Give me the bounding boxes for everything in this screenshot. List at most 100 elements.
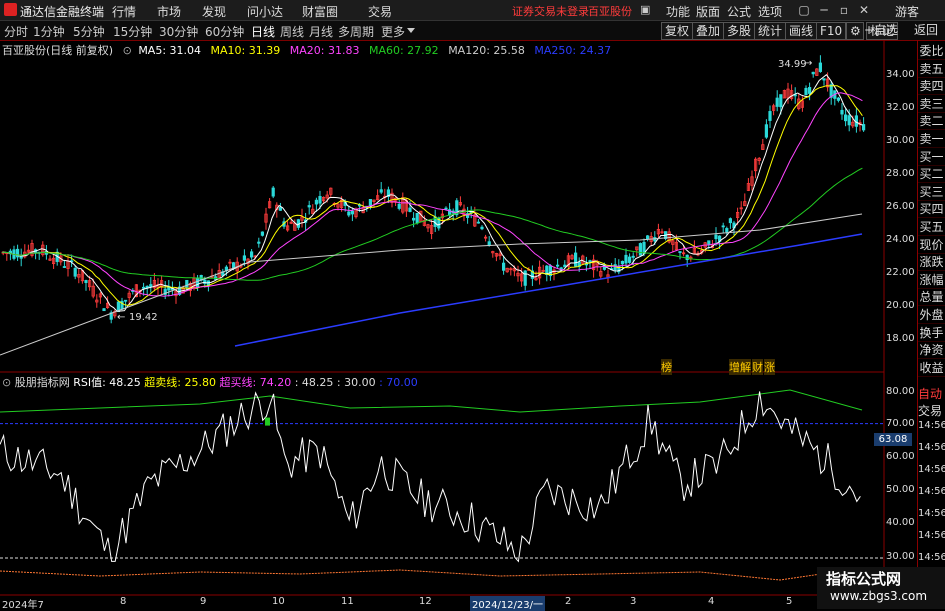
side-panel-item[interactable]: 净资 <box>918 341 945 360</box>
tool-zixuan[interactable]: +自选 <box>864 22 898 39</box>
rsi-value: RSI值: 48.25 <box>73 376 141 389</box>
trade-button[interactable]: 交易 <box>918 402 942 419</box>
side-panel-item[interactable]: 卖一 <box>918 130 945 148</box>
menu-faxian[interactable]: 发现 <box>202 3 226 20</box>
menu-caifuquan[interactable]: 财富圈 <box>302 3 338 20</box>
close-icon[interactable]: ✕ <box>856 2 872 18</box>
rsi-signal-marker <box>265 417 270 426</box>
menu-hangqing[interactable]: 行情 <box>112 3 136 20</box>
date-label: 2 <box>565 596 572 607</box>
menu-gongneng[interactable]: 功能 <box>666 3 690 20</box>
side-panel-item[interactable]: 卖四 <box>918 77 945 96</box>
period-60min[interactable]: 60分钟 <box>205 23 244 40</box>
side-panel-item[interactable]: 卖二 <box>918 112 945 131</box>
event-tag-jie[interactable]: 解 <box>740 359 751 375</box>
event-tag-cai[interactable]: 财 <box>752 359 763 375</box>
login-warning[interactable]: 证券交易未登录 <box>512 3 589 19</box>
candle-body <box>195 277 200 288</box>
side-panel-item[interactable]: 买一 <box>918 148 945 166</box>
menu-banmian[interactable]: 版面 <box>696 3 720 20</box>
event-tag-zhang[interactable]: 涨 <box>764 359 775 375</box>
candle-body <box>707 240 711 245</box>
side-panel-item[interactable]: 委比 <box>918 42 945 60</box>
low-arrow-icon: ← <box>117 312 126 323</box>
ma20-line <box>1 92 863 297</box>
menu-jiaoyi[interactable]: 交易 <box>368 3 392 20</box>
side-panel-item[interactable]: 涨跌 <box>918 253 945 272</box>
side-panel-item[interactable]: 卖三 <box>918 95 945 113</box>
candle-body <box>487 241 491 246</box>
period-weekly[interactable]: 周线 <box>280 23 304 40</box>
candle-body <box>73 267 77 277</box>
side-panel-item[interactable]: 换手 <box>918 324 945 342</box>
period-30min[interactable]: 30分钟 <box>159 23 198 40</box>
event-tag-bang[interactable]: 榜 <box>661 359 672 375</box>
side-panel-item[interactable]: 收益 <box>918 359 945 377</box>
side-panel-item[interactable]: 买三 <box>918 183 945 201</box>
candle-body <box>840 109 844 115</box>
menu-xuanxiang[interactable]: 选项 <box>758 3 782 20</box>
tool-diejia[interactable]: 叠加 <box>692 22 725 40</box>
high-price-label: 34.99 <box>778 59 807 70</box>
period-1min[interactable]: 1分钟 <box>33 23 65 40</box>
candle-body <box>318 196 322 204</box>
rsi-tick: 80.00 <box>886 386 915 397</box>
side-panel-item[interactable]: 总量 <box>918 288 945 307</box>
time-label: 14:56 <box>918 442 945 453</box>
tool-huaxian[interactable]: 画线 <box>785 22 818 40</box>
rsi-collapse-icon[interactable]: ⊙ <box>2 376 11 389</box>
candle-body <box>260 231 265 236</box>
period-daily[interactable]: 日线 <box>251 23 275 40</box>
candle-body <box>646 235 650 240</box>
period-5min[interactable]: 5分钟 <box>73 23 105 40</box>
app-title: 通达信金融终端 <box>20 5 105 19</box>
settings-gear-icon[interactable]: ⚙ <box>846 22 864 40</box>
candle-body <box>480 226 484 230</box>
side-panel-item[interactable]: 卖五 <box>918 60 945 78</box>
candle-body <box>501 262 506 271</box>
side-panel-item[interactable]: 涨幅 <box>918 271 945 289</box>
candle-body <box>728 218 733 224</box>
tool-fuquan[interactable]: 复权 <box>661 22 694 40</box>
ad-icon[interactable]: ▣ <box>640 3 650 16</box>
rsi-indicator-name[interactable]: 股朋指标网 <box>15 376 70 389</box>
menu-wenxiaoda[interactable]: 问小达 <box>247 3 283 20</box>
candle-body <box>347 211 351 216</box>
date-label: 8 <box>120 596 127 607</box>
rsi-rest: : 48.25 : 30.00 <box>294 376 376 389</box>
side-panel-item[interactable]: 买二 <box>918 165 945 184</box>
side-panel-item[interactable]: 外盘 <box>918 306 945 324</box>
side-panel-item[interactable]: 买五 <box>918 218 945 236</box>
period-15min[interactable]: 15分钟 <box>113 23 152 40</box>
side-panel-item[interactable]: 买四 <box>918 200 945 219</box>
menu-gongshi[interactable]: 公式 <box>727 3 751 20</box>
menu-shichang[interactable]: 市场 <box>157 3 181 20</box>
tool-duogu[interactable]: 多股 <box>723 22 756 40</box>
tool-f10[interactable]: F10 <box>816 22 847 40</box>
minimize-icon[interactable]: ─ <box>816 2 832 18</box>
auto-trade-button[interactable]: 自动 <box>918 385 942 402</box>
watermark-line2: www.zbgs3.com <box>830 589 928 603</box>
restore-icon[interactable]: ▢ <box>796 2 812 18</box>
tool-fanhui[interactable]: 返回 <box>914 22 938 39</box>
candle-body <box>624 254 628 264</box>
rsi-upper-band <box>0 389 863 413</box>
period-fenshi[interactable]: 分时 <box>4 23 28 40</box>
period-more[interactable]: 更多 <box>381 23 405 40</box>
event-tag-zeng[interactable]: 增 <box>729 359 740 375</box>
period-multi[interactable]: 多周期 <box>338 23 374 40</box>
candle-body <box>818 62 823 72</box>
candle-body <box>721 225 725 228</box>
chevron-down-icon[interactable] <box>407 28 415 33</box>
candle-body <box>278 207 283 211</box>
price-tick: 26.00 <box>886 201 915 212</box>
ma120-line <box>0 213 863 356</box>
period-monthly[interactable]: 月线 <box>309 23 333 40</box>
current-stock-name: 百亚股份 <box>588 5 632 18</box>
side-panel-item[interactable]: 现价 <box>918 236 945 254</box>
candle-body <box>588 260 592 263</box>
maximize-icon[interactable]: ▫ <box>836 2 852 18</box>
guest-label[interactable]: 游客 <box>895 3 919 20</box>
tool-tongji[interactable]: 统计 <box>754 22 787 40</box>
rsi-info-bar: ⊙ 股朋指标网 RSI值: 48.25 超卖线: 25.80 超买线: 74.2… <box>2 374 418 390</box>
